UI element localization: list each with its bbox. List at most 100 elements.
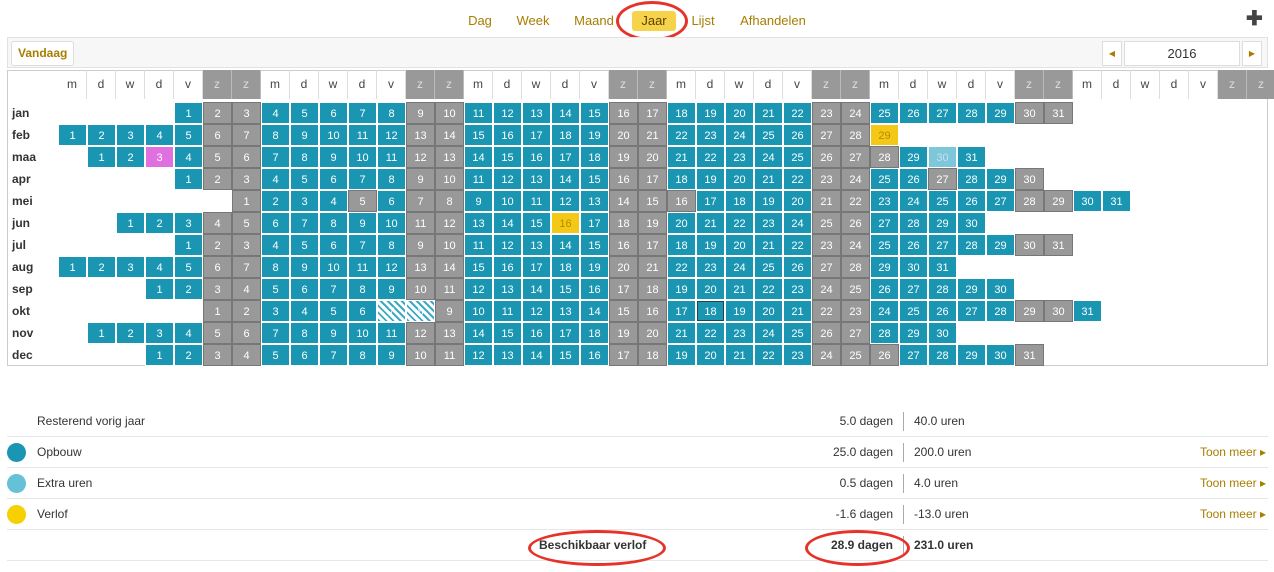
day-cell[interactable]: 30 bbox=[1044, 300, 1073, 322]
day-cell[interactable]: 24 bbox=[841, 102, 870, 124]
day-cell[interactable]: 28 bbox=[841, 256, 870, 278]
day-cell[interactable]: 15 bbox=[609, 300, 638, 322]
day-cell[interactable]: 9 bbox=[319, 322, 348, 344]
day-cell[interactable]: 18 bbox=[667, 102, 696, 124]
day-cell[interactable]: 30 bbox=[957, 212, 986, 234]
day-cell[interactable]: 20 bbox=[638, 146, 667, 168]
day-cell[interactable]: 26 bbox=[783, 124, 812, 146]
day-cell[interactable]: 27 bbox=[928, 102, 957, 124]
day-cell[interactable]: 11 bbox=[348, 256, 377, 278]
day-cell[interactable]: 20 bbox=[609, 256, 638, 278]
day-cell[interactable]: 15 bbox=[551, 278, 580, 300]
day-cell[interactable]: 19 bbox=[667, 278, 696, 300]
day-cell[interactable]: 28 bbox=[899, 212, 928, 234]
day-cell[interactable]: 29 bbox=[986, 234, 1015, 256]
day-cell[interactable]: 3 bbox=[232, 234, 261, 256]
day-cell[interactable]: 8 bbox=[406, 300, 435, 322]
day-cell[interactable]: 12 bbox=[406, 146, 435, 168]
day-cell[interactable]: 15 bbox=[580, 234, 609, 256]
day-cell[interactable]: 11 bbox=[377, 146, 406, 168]
day-cell[interactable]: 5 bbox=[319, 300, 348, 322]
day-cell[interactable]: 2 bbox=[174, 344, 203, 366]
day-cell[interactable]: 1 bbox=[87, 322, 116, 344]
day-cell[interactable]: 24 bbox=[725, 256, 754, 278]
day-cell[interactable]: 3 bbox=[232, 102, 261, 124]
day-cell[interactable]: 9 bbox=[406, 234, 435, 256]
day-cell[interactable]: 21 bbox=[696, 212, 725, 234]
day-cell[interactable]: 12 bbox=[522, 300, 551, 322]
day-cell[interactable]: 17 bbox=[522, 124, 551, 146]
day-cell[interactable]: 6 bbox=[319, 234, 348, 256]
day-cell[interactable]: 13 bbox=[522, 168, 551, 190]
day-cell[interactable]: 5 bbox=[203, 146, 232, 168]
day-cell[interactable]: 3 bbox=[203, 344, 232, 366]
day-cell[interactable]: 3 bbox=[261, 300, 290, 322]
day-cell[interactable]: 30 bbox=[986, 344, 1015, 366]
day-cell[interactable]: 25 bbox=[870, 168, 899, 190]
day-cell[interactable]: 18 bbox=[696, 300, 725, 322]
day-cell[interactable]: 30 bbox=[899, 256, 928, 278]
day-cell[interactable]: 17 bbox=[522, 256, 551, 278]
day-cell[interactable]: 1 bbox=[145, 344, 174, 366]
day-cell[interactable]: 21 bbox=[638, 256, 667, 278]
day-cell[interactable]: 30 bbox=[1015, 234, 1044, 256]
day-cell[interactable]: 5 bbox=[348, 190, 377, 212]
day-cell[interactable]: 21 bbox=[783, 300, 812, 322]
day-cell[interactable]: 20 bbox=[696, 344, 725, 366]
day-cell[interactable]: 26 bbox=[841, 212, 870, 234]
day-cell[interactable]: 9 bbox=[435, 300, 464, 322]
day-cell[interactable]: 29 bbox=[870, 256, 899, 278]
day-cell[interactable]: 14 bbox=[435, 124, 464, 146]
day-cell[interactable]: 16 bbox=[522, 146, 551, 168]
day-cell[interactable]: 12 bbox=[406, 322, 435, 344]
day-cell[interactable]: 31 bbox=[1102, 190, 1131, 212]
day-cell[interactable]: 1 bbox=[174, 168, 203, 190]
day-cell[interactable]: 1 bbox=[145, 278, 174, 300]
day-cell[interactable]: 9 bbox=[406, 102, 435, 124]
day-cell[interactable]: 15 bbox=[464, 256, 493, 278]
day-cell[interactable]: 17 bbox=[551, 146, 580, 168]
day-cell[interactable]: 12 bbox=[435, 212, 464, 234]
day-cell[interactable]: 5 bbox=[232, 212, 261, 234]
day-cell[interactable]: 6 bbox=[261, 212, 290, 234]
day-cell[interactable]: 6 bbox=[290, 344, 319, 366]
day-cell[interactable]: 22 bbox=[812, 300, 841, 322]
day-cell[interactable]: 26 bbox=[812, 146, 841, 168]
day-cell[interactable]: 7 bbox=[261, 322, 290, 344]
day-cell[interactable]: 21 bbox=[638, 124, 667, 146]
day-cell[interactable]: 7 bbox=[348, 234, 377, 256]
day-cell[interactable]: 13 bbox=[464, 212, 493, 234]
day-cell[interactable]: 21 bbox=[725, 278, 754, 300]
day-cell[interactable]: 28 bbox=[957, 234, 986, 256]
day-cell[interactable]: 16 bbox=[580, 278, 609, 300]
day-cell[interactable]: 3 bbox=[116, 256, 145, 278]
day-cell[interactable]: 31 bbox=[1015, 344, 1044, 366]
day-cell[interactable]: 29 bbox=[986, 168, 1015, 190]
day-cell[interactable]: 10 bbox=[435, 234, 464, 256]
day-cell[interactable]: 11 bbox=[406, 212, 435, 234]
day-cell[interactable]: 23 bbox=[696, 256, 725, 278]
day-cell[interactable]: 20 bbox=[638, 322, 667, 344]
day-cell[interactable]: 5 bbox=[290, 234, 319, 256]
day-cell[interactable]: 29 bbox=[957, 278, 986, 300]
day-cell[interactable]: 29 bbox=[1015, 300, 1044, 322]
day-cell[interactable]: 22 bbox=[783, 234, 812, 256]
day-cell[interactable]: 12 bbox=[493, 102, 522, 124]
day-cell[interactable]: 21 bbox=[725, 344, 754, 366]
day-cell[interactable]: 6 bbox=[319, 168, 348, 190]
day-cell[interactable]: 27 bbox=[812, 256, 841, 278]
day-cell[interactable]: 17 bbox=[638, 168, 667, 190]
day-cell[interactable]: 6 bbox=[319, 102, 348, 124]
day-cell[interactable]: 2 bbox=[261, 190, 290, 212]
day-cell[interactable]: 15 bbox=[464, 124, 493, 146]
day-cell[interactable]: 23 bbox=[696, 124, 725, 146]
day-cell[interactable]: 31 bbox=[928, 256, 957, 278]
day-cell[interactable]: 15 bbox=[638, 190, 667, 212]
day-cell[interactable]: 13 bbox=[435, 322, 464, 344]
day-cell[interactable]: 27 bbox=[870, 212, 899, 234]
day-cell[interactable]: 8 bbox=[377, 168, 406, 190]
day-cell[interactable]: 20 bbox=[725, 102, 754, 124]
day-cell[interactable]: 28 bbox=[1015, 190, 1044, 212]
day-cell[interactable]: 8 bbox=[435, 190, 464, 212]
day-cell[interactable]: 23 bbox=[870, 190, 899, 212]
